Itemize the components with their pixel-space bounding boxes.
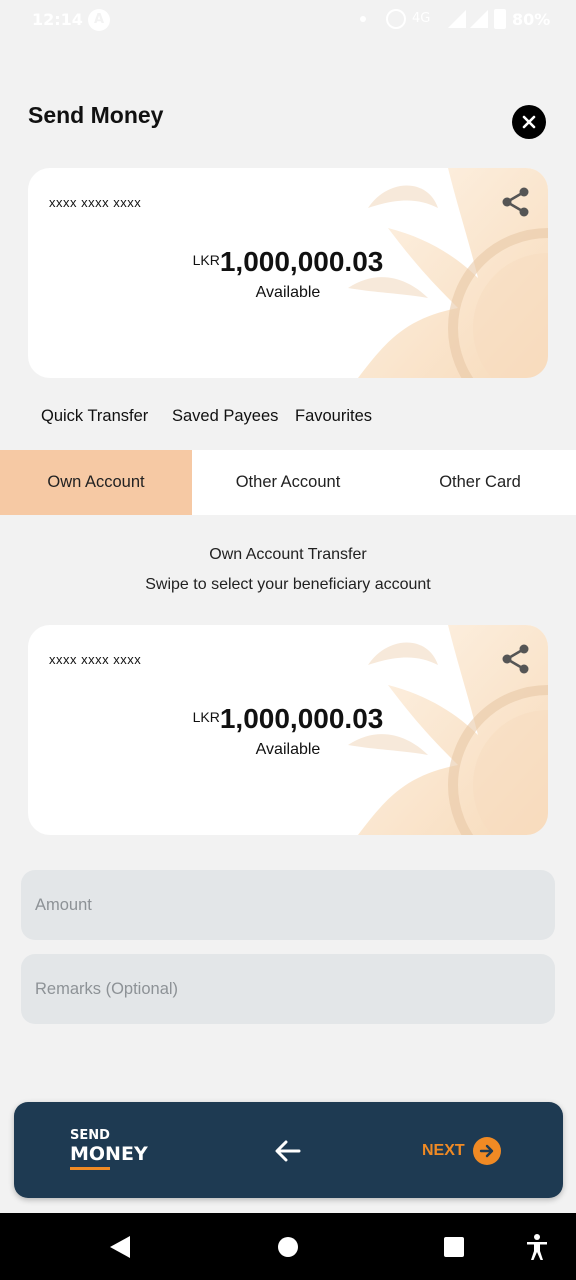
account-tabs: Own Account Other Account Other Card: [0, 450, 576, 515]
balance-amount: 1,000,000.03: [219, 703, 384, 734]
amount-input[interactable]: [21, 870, 555, 940]
hotspot-icon: [386, 9, 406, 29]
transfer-type-menu: Quick Transfer Saved Payees Favourites: [0, 407, 576, 431]
amount-field-container: [21, 870, 555, 940]
card-number: xxxx xxxx xxxx: [49, 652, 142, 667]
transfer-title: Own Account Transfer: [209, 546, 367, 563]
notification-dot-icon: [360, 16, 366, 22]
favourites-link[interactable]: Favourites: [295, 407, 372, 426]
arrow-right-circle-icon: [472, 1137, 501, 1165]
arrow-left-icon: [275, 1140, 301, 1162]
card-number: xxxx xxxx xxxx: [49, 195, 142, 210]
page-title: Send Money: [28, 102, 164, 128]
back-button[interactable]: [272, 1136, 304, 1166]
saved-payees-link[interactable]: Saved Payees: [172, 407, 278, 426]
tab-other-account[interactable]: Other Account: [192, 450, 384, 515]
currency-code: LKR: [192, 709, 220, 725]
logo-line-2: MONEY: [70, 1143, 148, 1165]
network-type: 4G: [412, 11, 431, 26]
tab-other-card[interactable]: Other Card: [384, 450, 576, 515]
logo-line-1: SEND: [70, 1128, 110, 1143]
app-notification-icon: A: [88, 9, 110, 31]
nav-back-icon[interactable]: [110, 1236, 130, 1258]
remarks-input[interactable]: [21, 954, 555, 1024]
status-time: 12:14: [32, 10, 83, 29]
logo-underline: [70, 1167, 110, 1170]
nav-home-icon[interactable]: [278, 1237, 298, 1257]
beneficiary-account-card[interactable]: xxxx xxxx xxxx LKR1,000,000.03 Available: [28, 625, 548, 835]
arrow-right-icon: [479, 1144, 493, 1158]
quick-transfer-link[interactable]: Quick Transfer: [41, 407, 148, 426]
signal-icon-2: [470, 10, 488, 28]
accessibility-icon[interactable]: [524, 1233, 550, 1261]
send-money-logo: SEND MONEY: [70, 1129, 148, 1170]
battery-percentage: 80%: [512, 10, 551, 29]
status-bar: 12:14 A 4G 80%: [0, 0, 576, 40]
nav-recents-icon[interactable]: [444, 1237, 464, 1257]
balance-amount: 1,000,000.03: [219, 246, 384, 277]
source-account-card[interactable]: xxxx xxxx xxxx LKR1,000,000.03 Available: [28, 168, 548, 378]
share-icon[interactable]: [500, 186, 532, 218]
system-navigation-bar: [0, 1213, 576, 1280]
bottom-action-bar: SEND MONEY NEXT: [14, 1102, 563, 1198]
balance: LKR1,000,000.03: [28, 703, 548, 735]
tab-own-account[interactable]: Own Account: [0, 450, 192, 515]
transfer-subtitle: Swipe to select your beneficiary account: [145, 576, 431, 593]
available-label: Available: [255, 741, 321, 758]
battery-icon: [494, 9, 506, 29]
currency-code: LKR: [192, 252, 220, 268]
remarks-field-container: [21, 954, 555, 1024]
share-icon[interactable]: [500, 643, 532, 675]
available-label: Available: [255, 284, 321, 301]
close-button[interactable]: [512, 105, 546, 139]
signal-icon: [448, 10, 466, 28]
next-label: NEXT: [422, 1142, 465, 1159]
next-button[interactable]: NEXT: [422, 1137, 501, 1165]
balance: LKR1,000,000.03: [28, 246, 548, 278]
close-icon: [522, 115, 536, 129]
